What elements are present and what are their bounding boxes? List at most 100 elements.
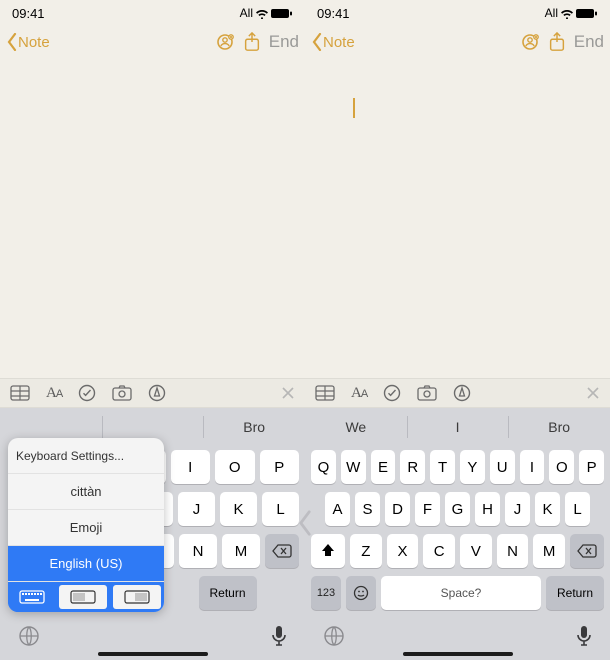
key[interactable]: L: [565, 492, 590, 526]
checklist-icon[interactable]: [383, 384, 401, 402]
table-icon[interactable]: [10, 385, 30, 401]
note-body[interactable]: [0, 58, 305, 378]
keyboard-full-toggle[interactable]: [8, 582, 56, 612]
keyboard-emoji-item[interactable]: Emoji: [8, 510, 164, 546]
status-time: 09:41: [12, 6, 45, 21]
key[interactable]: N: [179, 534, 217, 568]
battery-icon: [271, 8, 293, 19]
done-button[interactable]: End: [269, 32, 299, 52]
camera-icon[interactable]: [112, 385, 132, 401]
checklist-icon[interactable]: [78, 384, 96, 402]
key[interactable]: P: [579, 450, 604, 484]
text-cursor: [353, 98, 355, 118]
format-icon[interactable]: AA: [351, 385, 367, 402]
back-button[interactable]: Note: [311, 33, 355, 51]
share-icon[interactable]: [548, 32, 566, 52]
suggestion-mid[interactable]: I: [407, 408, 509, 446]
key[interactable]: S: [355, 492, 380, 526]
keyboard-dock: [0, 612, 305, 660]
key[interactable]: Q: [311, 450, 336, 484]
backspace-key[interactable]: [570, 534, 604, 568]
keyboard-right-icon: [124, 590, 150, 604]
key[interactable]: E: [371, 450, 396, 484]
key[interactable]: V: [460, 534, 492, 568]
key[interactable]: N: [497, 534, 529, 568]
key[interactable]: H: [475, 492, 500, 526]
emoji-key[interactable]: [346, 576, 376, 610]
key[interactable]: F: [415, 492, 440, 526]
key[interactable]: C: [423, 534, 455, 568]
home-indicator[interactable]: [403, 652, 513, 656]
keyboard-left-toggle[interactable]: [59, 585, 107, 609]
close-icon[interactable]: [586, 386, 600, 400]
key[interactable]: M: [222, 534, 260, 568]
expand-chevron-icon[interactable]: [298, 510, 312, 542]
key[interactable]: K: [535, 492, 560, 526]
back-button[interactable]: Note: [6, 33, 50, 51]
key[interactable]: W: [341, 450, 366, 484]
status-time: 09:41: [317, 6, 350, 21]
markup-icon[interactable]: [148, 384, 166, 402]
suggestion-left[interactable]: We: [305, 408, 407, 446]
return-key[interactable]: Return: [546, 576, 604, 610]
key[interactable]: Y: [460, 450, 485, 484]
status-right: All: [240, 6, 293, 20]
space-key[interactable]: Space?: [381, 576, 541, 610]
markup-icon[interactable]: [453, 384, 471, 402]
carrier-label: All: [545, 6, 558, 20]
key[interactable]: A: [325, 492, 350, 526]
backspace-icon: [272, 544, 292, 558]
camera-icon[interactable]: [417, 385, 437, 401]
keyboard-english-item[interactable]: English (US): [8, 546, 164, 582]
collaborate-icon[interactable]: [520, 32, 540, 52]
keyboard-dock: [305, 612, 610, 660]
close-icon[interactable]: [281, 386, 295, 400]
battery-icon: [576, 8, 598, 19]
keyboard-right-toggle[interactable]: [113, 585, 161, 609]
key[interactable]: J: [505, 492, 530, 526]
status-bar: 09:41 All: [305, 0, 610, 26]
nav-bar: Note End: [0, 26, 305, 58]
table-icon[interactable]: [315, 385, 335, 401]
key[interactable]: R: [400, 450, 425, 484]
suggestion-right[interactable]: Bro: [508, 408, 610, 446]
back-label: Note: [323, 34, 355, 51]
key[interactable]: G: [445, 492, 470, 526]
note-toolbar: AA: [305, 378, 610, 408]
globe-icon[interactable]: [323, 625, 345, 647]
backspace-key[interactable]: [265, 534, 299, 568]
chevron-left-icon: [6, 33, 18, 51]
key[interactable]: I: [171, 450, 211, 484]
keyboard-settings-item[interactable]: Keyboard Settings...: [8, 438, 164, 474]
key[interactable]: U: [490, 450, 515, 484]
key[interactable]: T: [430, 450, 455, 484]
key[interactable]: Z: [350, 534, 382, 568]
key[interactable]: P: [260, 450, 300, 484]
format-icon[interactable]: AA: [46, 385, 62, 402]
suggestion-bar: We I Bro: [305, 408, 610, 446]
collaborate-icon[interactable]: [215, 32, 235, 52]
note-body[interactable]: [305, 58, 610, 378]
key[interactable]: O: [549, 450, 574, 484]
key[interactable]: I: [520, 450, 545, 484]
mic-icon[interactable]: [271, 625, 287, 647]
chevron-left-icon: [311, 33, 323, 51]
key[interactable]: K: [220, 492, 257, 526]
key[interactable]: M: [533, 534, 565, 568]
numbers-key[interactable]: 123: [311, 576, 341, 610]
globe-icon[interactable]: [18, 625, 40, 647]
key[interactable]: L: [262, 492, 299, 526]
key[interactable]: X: [387, 534, 419, 568]
key[interactable]: D: [385, 492, 410, 526]
key[interactable]: O: [215, 450, 255, 484]
home-indicator[interactable]: [98, 652, 208, 656]
mic-icon[interactable]: [576, 625, 592, 647]
key[interactable]: J: [178, 492, 215, 526]
suggestion-right[interactable]: Bro: [203, 408, 305, 446]
keyboard-left-icon: [70, 590, 96, 604]
keyboard-lang-item[interactable]: cittàn: [8, 474, 164, 510]
return-key[interactable]: Return: [199, 576, 257, 610]
share-icon[interactable]: [243, 32, 261, 52]
shift-key[interactable]: [311, 534, 345, 568]
done-button[interactable]: End: [574, 32, 604, 52]
